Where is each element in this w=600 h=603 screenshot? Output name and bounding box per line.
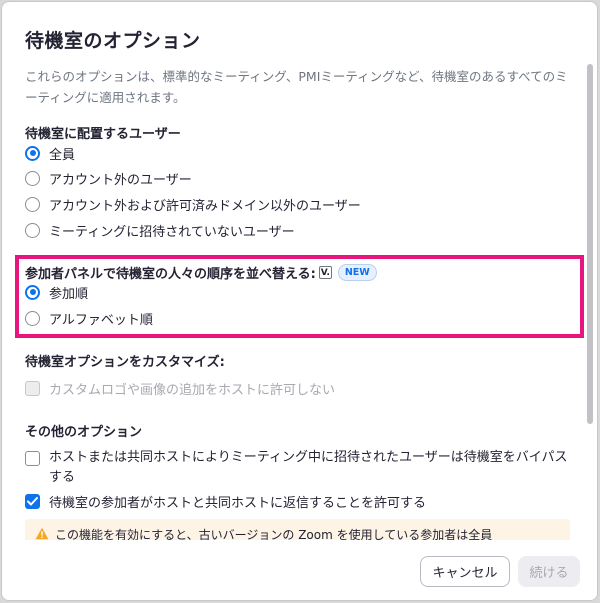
- checkbox-label: ホストまたは共同ホストによりミーティング中に招待されたユーザーは待機室をバイパス…: [49, 450, 568, 485]
- radio-button[interactable]: [25, 310, 40, 326]
- checkbox-disabled: [25, 380, 40, 396]
- dialog-description: これらのオプションは、標準的なミーティング、PMIミーティングなど、待機室のある…: [25, 69, 568, 105]
- radio-button-checked[interactable]: [25, 145, 40, 161]
- notice-banner: この機能を有効にすると、古いバージョンの Zoom を使用している参加者は全員: [25, 519, 570, 540]
- checkbox-option-bypass[interactable]: ホストまたは共同ホストによりミーティング中に招待されたユーザーは待機室をバイパス…: [25, 448, 575, 485]
- dialog-footer: キャンセル 続ける: [2, 540, 597, 600]
- other-section-title: その他のオプション: [25, 425, 143, 440]
- radio-option-not-invited[interactable]: ミーティングに招待されていないユーザー: [25, 220, 295, 240]
- radio-option-outside-account[interactable]: アカウント外のユーザー: [25, 168, 192, 188]
- order-section-title: 参加者パネルで待機室の人々の順序を並べ替える: V. NEW: [25, 263, 377, 282]
- radio-option-everyone[interactable]: 全員: [25, 143, 75, 163]
- scrollbar-thumb[interactable]: [587, 64, 593, 424]
- checkbox-label: カスタムロゴや画像の追加をホストに許可しない: [49, 382, 336, 398]
- checkbox-option-no-custom-logo: カスタムロゴや画像の追加をホストに許可しない: [25, 378, 335, 398]
- notice-text: この機能を有効にすると、古いバージョンの Zoom を使用している参加者は全員: [55, 528, 493, 540]
- radio-label: アカウント外のユーザー: [49, 172, 192, 188]
- warning-icon: [35, 527, 49, 540]
- cancel-button[interactable]: キャンセル: [420, 556, 510, 587]
- radio-label: 参加順: [49, 286, 89, 302]
- who-section-title: 待機室に配置するユーザー: [25, 127, 181, 142]
- waiting-room-options-dialog: 待機室のオプション これらのオプションは、標準的なミーティング、PMIミーティン…: [1, 1, 598, 601]
- customize-section-title: 待機室オプションをカスタマイズ:: [25, 355, 225, 370]
- version-badge: V.: [318, 266, 332, 279]
- dialog-title: 待機室のオプション: [25, 30, 201, 52]
- radio-label: アルファベット順: [49, 312, 153, 328]
- checkbox-option-allow-reply[interactable]: 待機室の参加者がホストと共同ホストに返信することを許可する: [25, 491, 426, 511]
- radio-label: ミーティングに招待されていないユーザー: [49, 224, 295, 240]
- order-section-title-text: 参加者パネルで待機室の人々の順序を並べ替える:: [25, 267, 316, 282]
- radio-button[interactable]: [25, 170, 40, 186]
- radio-label: アカウント外および許可済みドメイン以外のユーザー: [49, 198, 361, 214]
- checkbox-checked[interactable]: [25, 493, 40, 509]
- radio-option-alphabetical[interactable]: アルファベット順: [25, 308, 153, 328]
- radio-option-outside-domains[interactable]: アカウント外および許可済みドメイン以外のユーザー: [25, 194, 361, 214]
- options-scroll-area[interactable]: これらのオプションは、標準的なミーティング、PMIミーティングなど、待機室のある…: [2, 60, 584, 540]
- radio-option-join-order[interactable]: 参加順: [25, 282, 88, 302]
- check-icon: [27, 496, 38, 505]
- checkbox-label: 待機室の参加者がホストと共同ホストに返信することを許可する: [49, 495, 427, 511]
- radio-button-checked[interactable]: [25, 284, 40, 300]
- continue-button[interactable]: 続ける: [518, 556, 580, 587]
- radio-button[interactable]: [25, 196, 40, 212]
- scrollbar[interactable]: [586, 64, 594, 434]
- radio-button[interactable]: [25, 222, 40, 238]
- checkbox[interactable]: [25, 451, 40, 466]
- new-badge: NEW: [337, 264, 377, 281]
- radio-label: 全員: [49, 147, 76, 163]
